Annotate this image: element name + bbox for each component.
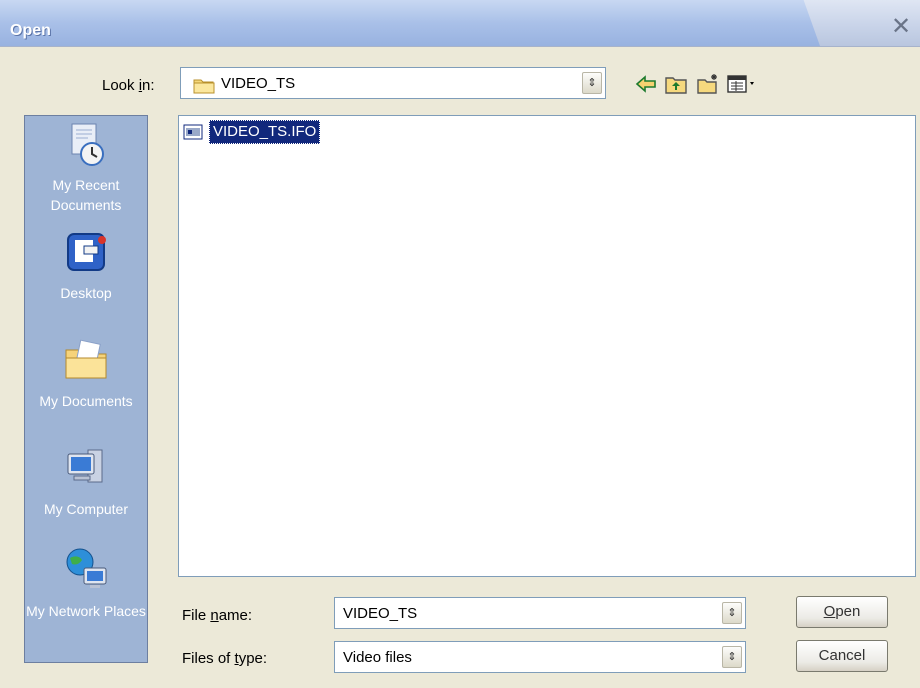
cancel-button[interactable]: Cancel: [796, 640, 888, 672]
place-desktop[interactable]: Desktop: [25, 228, 147, 303]
file-list[interactable]: VIDEO_TS.IFO: [178, 115, 916, 577]
place-recent-documents[interactable]: My Recent Documents: [25, 120, 147, 215]
place-label: My Recent Documents: [50, 177, 122, 213]
file-type-select[interactable]: Video files ⇕: [334, 641, 746, 673]
open-button[interactable]: Open: [796, 596, 888, 628]
file-type-label: Files of type:: [182, 650, 268, 667]
recent-documents-icon: [71, 123, 104, 166]
file-name-value: VIDEO_TS: [343, 605, 418, 622]
places-bar: My Recent Documents Desktop My Documents…: [24, 115, 148, 663]
place-my-documents[interactable]: My Documents: [25, 336, 147, 411]
look-in-dropdown[interactable]: VIDEO_TS ⇕: [180, 67, 606, 99]
look-in-value: VIDEO_TS: [221, 75, 296, 92]
up-folder-icon[interactable]: [664, 72, 688, 96]
network-places-icon: [66, 548, 107, 588]
title-bar[interactable]: Open ✕: [0, 0, 920, 47]
file-type-value: Video files: [343, 649, 412, 666]
back-icon[interactable]: [634, 72, 658, 96]
my-computer-icon: [67, 449, 103, 483]
place-my-computer[interactable]: My Computer: [25, 444, 147, 519]
place-label: My Network Places: [26, 603, 146, 619]
views-menu-icon[interactable]: [726, 72, 760, 96]
place-label: My Documents: [39, 393, 133, 409]
close-icon[interactable]: ✕: [888, 14, 914, 40]
file-name: VIDEO_TS.IFO: [209, 120, 321, 144]
desktop-icon: [67, 233, 106, 271]
file-name-label: File name:: [182, 607, 253, 624]
place-label: Desktop: [60, 285, 112, 301]
new-folder-icon[interactable]: [696, 72, 720, 96]
place-label: My Computer: [43, 501, 129, 517]
file-type-dropdown-arrow-icon[interactable]: ⇕: [722, 646, 742, 668]
window-title: Open: [10, 22, 51, 39]
look-in-dropdown-arrow-icon[interactable]: ⇕: [582, 72, 602, 94]
file-name-input[interactable]: VIDEO_TS ⇕: [334, 597, 746, 629]
file-name-dropdown-arrow-icon[interactable]: ⇕: [722, 602, 742, 624]
ifo-file-icon: [183, 124, 203, 140]
folder-icon: [193, 79, 215, 94]
title-bar-gradient: [0, 0, 820, 46]
look-in-label: Look in:: [102, 77, 155, 94]
my-documents-icon: [65, 339, 107, 379]
place-network-places[interactable]: My Network Places: [25, 546, 147, 621]
